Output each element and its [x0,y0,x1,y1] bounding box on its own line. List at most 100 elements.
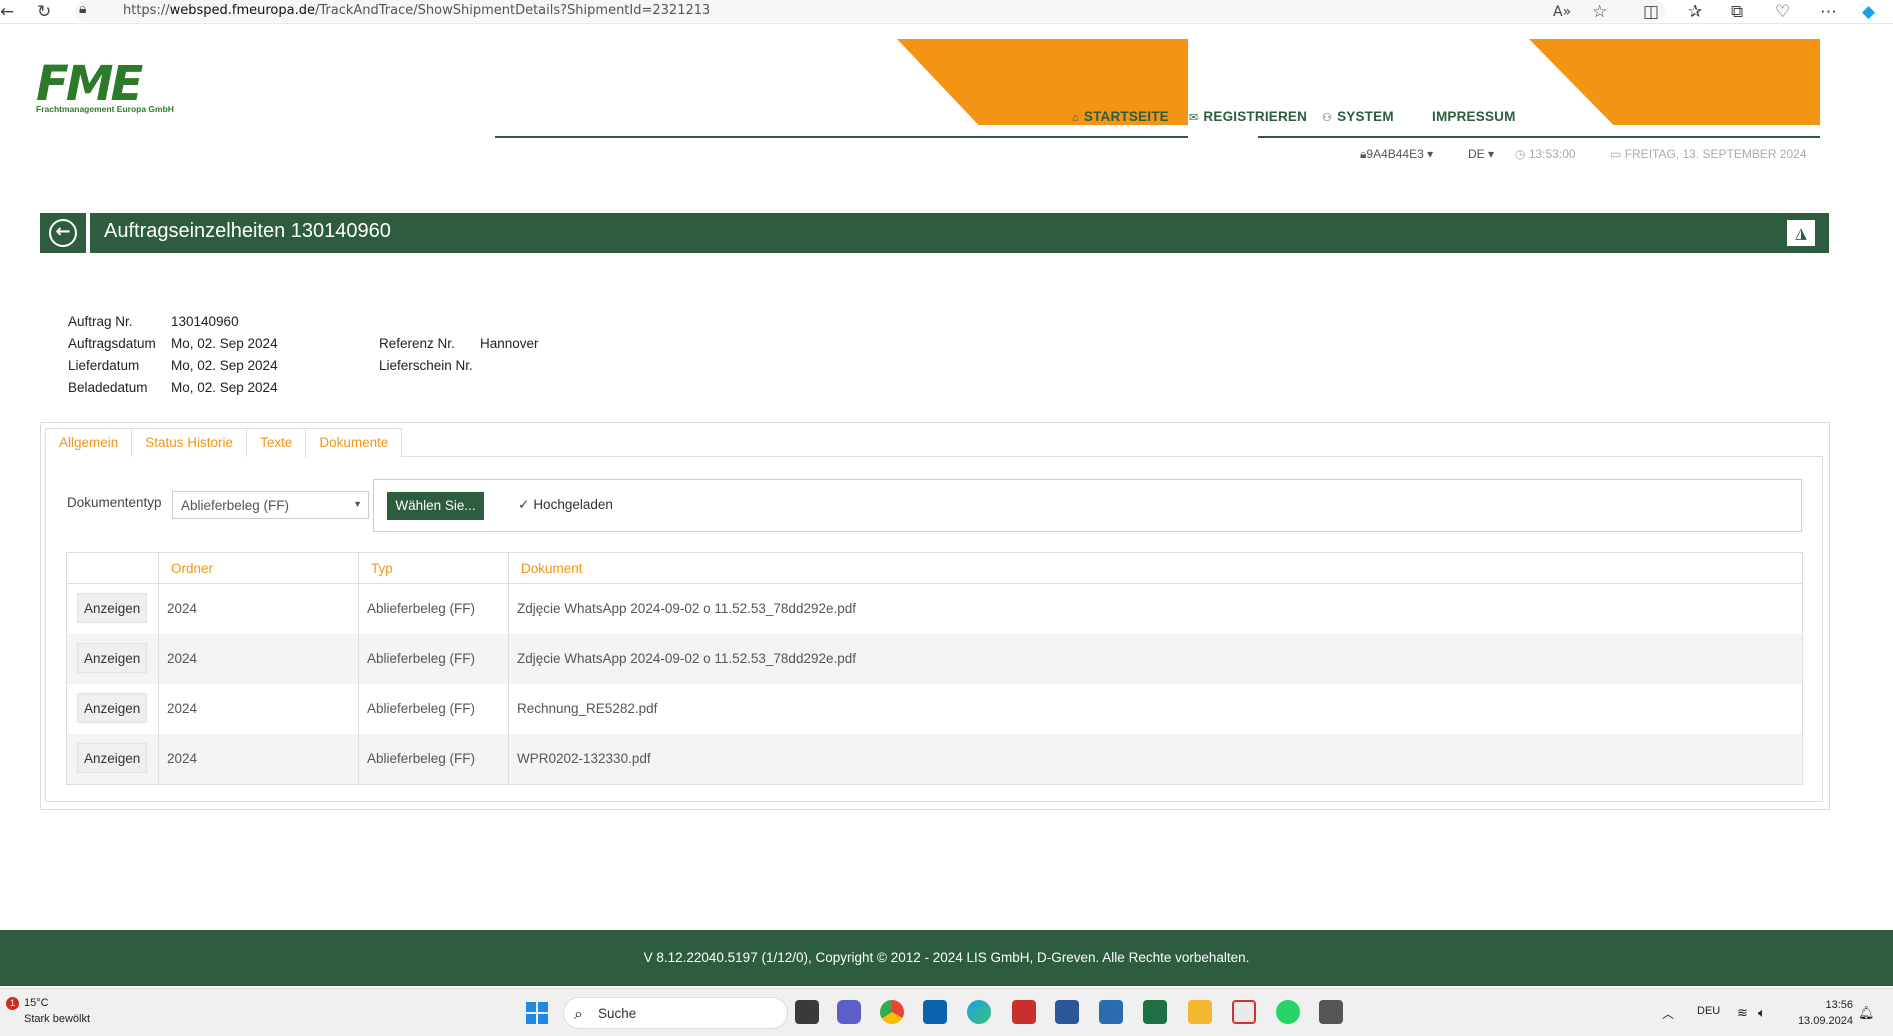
type-cell: Ablieferbeleg (FF) [358,734,508,784]
sitemap-icon: ⚇ [1322,112,1333,124]
server-time: ◷ 13:53:00 [1515,147,1576,161]
weather-description[interactable]: Stark bewölkt [24,1013,90,1025]
reload-icon[interactable]: ↻ [37,2,51,22]
nav-imprint-label: IMPRESSUM [1432,109,1516,124]
show-document-button[interactable]: Anzeigen [77,643,148,673]
word-icon[interactable] [1055,1000,1079,1024]
task-view-icon[interactable] [795,1000,819,1024]
teams-icon[interactable] [837,1000,861,1024]
edge-icon[interactable] [967,1000,991,1024]
language-menu[interactable]: DE ▾ [1468,147,1494,161]
url-text[interactable]: https://websped.fmeuropa.de/TrackAndTrac… [123,3,710,18]
read-aloud-icon[interactable]: A» [1553,4,1571,20]
taskbar-clock[interactable]: 13:56 13.09.2024 [1798,997,1853,1029]
column-header-document[interactable]: Dokument [508,553,1803,584]
folder-cell: 2024 [158,634,358,684]
document-cell: Rechnung_RE5282.pdf [508,684,1803,734]
split-screen-icon[interactable]: ◫ [1643,2,1659,22]
back-button[interactable]: ← [40,213,90,253]
envelope-icon: ✉ [1189,112,1199,124]
taskbar-search[interactable]: ⌕ Suche [563,997,788,1029]
logo-subtitle: Frachtmanagement Europa GmbH [36,104,174,114]
back-circle-arrow-icon: ← [49,219,77,247]
collections-icon[interactable]: ⧉ [1731,2,1743,22]
reference-label: Referenz Nr. [379,336,455,351]
show-document-button[interactable]: Anzeigen [77,743,148,773]
search-placeholder: Suche [598,1006,637,1021]
browser-toolbar: ← ↻ 🔒︎ https://websped.fmeuropa.de/Track… [0,0,1893,24]
header-divider-left [495,136,1188,138]
footer-copyright: V 8.12.22040.5197 (1/12/0), Copyright © … [643,950,1250,965]
favorite-star-icon[interactable]: ☆ [1592,2,1607,22]
document-cell: WPR0202-132330.pdf [508,734,1803,784]
uploaded-status: ✓ Hochgeladen [518,497,613,513]
actions-cell: Anzeigen [67,734,158,784]
favorites-icon[interactable]: ✰ [1688,2,1702,22]
nav-home[interactable]: ⌂ STARTSEITE [1072,109,1169,124]
nav-register-label: REGISTRIEREN [1203,109,1308,124]
nav-imprint[interactable]: IMPRESSUM [1432,109,1516,124]
acrobat-icon[interactable] [1012,1000,1036,1024]
document-type-select[interactable]: Ablieferbeleg (FF) ▼ [172,491,369,519]
clock-icon: ◷ [1515,147,1526,161]
column-header-type[interactable]: Typ [358,553,508,584]
column-header-folder[interactable]: Ordner [158,553,358,584]
page-title-bar: ← Auftragseinzelheiten 130140960 ◮ [40,213,1829,253]
page-footer: V 8.12.22040.5197 (1/12/0), Copyright © … [0,930,1893,986]
server-date: ▭ FREITAG, 13. SEPTEMBER 2024 [1610,147,1807,161]
show-document-button[interactable]: Anzeigen [77,693,148,723]
notification-bell-icon[interactable]: 🔔︎ [1858,1005,1875,1021]
back-arrow-icon[interactable]: ← [0,2,14,22]
copilot-icon[interactable]: ◆ [1862,2,1875,22]
nav-system[interactable]: ⚇ SYSTEM [1322,109,1394,124]
language-code: DE [1468,147,1485,161]
weather-temperature[interactable]: 15°C [24,997,49,1009]
choose-file-button[interactable]: Wählen Sie... [387,492,484,520]
tab-documents[interactable]: Dokumente [305,428,403,458]
store-icon[interactable] [1099,1000,1123,1024]
search-icon: ⌕ [574,1004,583,1023]
order-no-label: Auftrag Nr. [68,314,133,329]
user-menu[interactable]: 🔒︎9A4B44E3 ▾ [1360,147,1433,162]
snipping-tool-icon[interactable] [1232,1000,1256,1024]
nav-register[interactable]: ✉ REGISTRIEREN [1189,109,1307,124]
document-type-value: Ablieferbeleg (FF) [181,498,290,513]
printer-icon[interactable] [1319,1000,1343,1024]
calendar-icon: ▭ [1610,147,1622,161]
order-date-value: Mo, 02. Sep 2024 [171,336,278,351]
wifi-icon[interactable]: ≋ [1737,1005,1748,1021]
chrome-icon[interactable] [880,1000,904,1024]
show-document-button[interactable]: Anzeigen [77,593,148,623]
type-cell: Ablieferbeleg (FF) [358,684,508,734]
outlook-icon[interactable] [923,1000,947,1024]
chevron-down-icon: ▾ [1488,147,1495,161]
tab-general[interactable]: Allgemein [45,428,133,457]
more-menu-icon[interactable]: ⋯ [1820,2,1837,22]
file-explorer-icon[interactable] [1188,1000,1212,1024]
volume-icon[interactable]: 🔈︎ [1758,1005,1766,1021]
order-date-label: Auftragsdatum [68,336,156,351]
excel-icon[interactable] [1143,1000,1167,1024]
fme-logo[interactable]: FME Frachtmanagement Europa GmbH [36,54,186,118]
windows-start-icon[interactable] [526,1002,548,1024]
tab-status-history[interactable]: Status Historie [131,428,248,457]
type-cell: Ablieferbeleg (FF) [358,634,508,684]
tab-texts[interactable]: Texte [246,428,307,457]
browser-essentials-icon[interactable]: ♡ [1775,2,1790,22]
delivery-note-label: Lieferschein Nr. [379,358,473,373]
table-header: Ordner Typ Dokument [67,553,1802,584]
show-hidden-icons-chevron-icon[interactable]: ︿ [1662,1005,1674,1022]
whatsapp-icon[interactable] [1276,1000,1300,1024]
dropdown-caret-icon: ▼ [353,499,362,509]
clock-date: 13.09.2024 [1797,1015,1853,1027]
actions-cell: Anzeigen [67,684,158,734]
folder-cell: 2024 [158,584,358,634]
delivery-date-value: Mo, 02. Sep 2024 [171,358,278,373]
lock-icon[interactable]: 🔒︎ [79,1,86,17]
folder-cell: 2024 [158,734,358,784]
user-id: 9A4B44E3 [1366,147,1424,161]
input-language[interactable]: DEU [1697,1005,1720,1017]
header-decoration-right [1529,39,1820,125]
edit-image-icon[interactable]: ◮ [1787,220,1815,246]
table-row: Anzeigen 2024 Ablieferbeleg (FF) WPR0202… [67,734,1802,784]
